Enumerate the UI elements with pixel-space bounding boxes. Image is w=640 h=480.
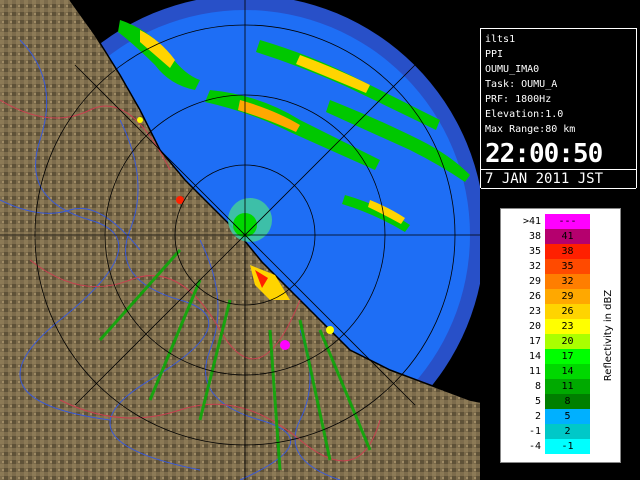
- legend-lower-bound: 2: [534, 411, 541, 422]
- legend-row: 14 17: [505, 349, 595, 364]
- legend-row: 17 20: [505, 334, 595, 349]
- legend-row: 11 14: [505, 364, 595, 379]
- legend-swatch: 23: [545, 319, 590, 334]
- legend-row: 26 29: [505, 289, 595, 304]
- legend-lower-bound: 29: [528, 276, 541, 287]
- legend-swatch: 41: [545, 229, 590, 244]
- legend-swatch: 29: [545, 289, 590, 304]
- max-range-value: Max Range:80 km: [485, 124, 576, 135]
- scan-time: 22:00:50: [485, 139, 603, 169]
- legend-lower-bound: 26: [528, 291, 541, 302]
- radar-ppi-map: [0, 0, 480, 480]
- legend-swatch: 17: [545, 349, 590, 364]
- legend-lower-bound: 11: [528, 366, 541, 377]
- legend-swatch: 26: [545, 304, 590, 319]
- legend-swatch: 35: [545, 259, 590, 274]
- legend-lower-bound: 32: [528, 261, 541, 272]
- legend-swatch: 32: [545, 274, 590, 289]
- legend-lower-bound: 23: [528, 306, 541, 317]
- scan-info-panel: ilts1 PPI OUMU_IMA0 Task: OUMU_A PRF: 18…: [480, 28, 637, 189]
- reflectivity-legend: >41 --- 38 41 35 38 32 35 29 32 26 29 23 26 20 23 17 20 14…: [500, 208, 621, 463]
- task-name: Task: OUMU_A: [485, 79, 558, 90]
- legend-row: 38 41: [505, 229, 595, 244]
- legend-lower-bound: 5: [534, 396, 541, 407]
- legend-swatch: 5: [545, 409, 590, 424]
- legend-swatch: 2: [545, 424, 590, 439]
- scan-date: 7 JAN 2011 JST: [481, 169, 636, 189]
- legend-title-box: Reflectivity in dBZ: [601, 209, 617, 462]
- legend-row: -4 -1: [505, 439, 595, 454]
- legend-swatch: ---: [545, 214, 590, 229]
- legend-swatch: 8: [545, 394, 590, 409]
- legend-row: 29 32: [505, 274, 595, 289]
- legend-lower-bound: 14: [528, 351, 541, 362]
- legend-swatch: 20: [545, 334, 590, 349]
- elevation-value: Elevation:1.0: [485, 109, 564, 120]
- legend-lower-bound: 20: [528, 321, 541, 332]
- site-name: ilts1: [485, 34, 516, 45]
- legend-row: 58: [505, 394, 595, 409]
- product-name: OUMU_IMA0: [485, 64, 540, 75]
- legend-row: 23 26: [505, 304, 595, 319]
- legend-swatch: 11: [545, 379, 590, 394]
- legend-row: 35 38: [505, 244, 595, 259]
- legend-row: 32 35: [505, 259, 595, 274]
- legend-row: -1 2: [505, 424, 595, 439]
- legend-row: >41 ---: [505, 214, 595, 229]
- legend-rows: >41 --- 38 41 35 38 32 35 29 32 26 29 23 26 20 23 17 20 14…: [505, 214, 595, 454]
- legend-lower-bound: 35: [528, 246, 541, 257]
- legend-title: Reflectivity in dBZ: [603, 289, 615, 382]
- scan-type: PPI: [485, 49, 504, 60]
- legend-swatch: -1: [545, 439, 590, 454]
- legend-lower-bound: -1: [528, 426, 541, 437]
- legend-lower-bound: 17: [528, 336, 541, 347]
- legend-row: 25: [505, 409, 595, 424]
- legend-swatch: 38: [545, 244, 590, 259]
- legend-lower-bound: 8: [534, 381, 541, 392]
- legend-row: 8 11: [505, 379, 595, 394]
- legend-lower-bound: >41: [522, 216, 541, 227]
- legend-row: 20 23: [505, 319, 595, 334]
- legend-lower-bound: 38: [528, 231, 541, 242]
- prf-value: PRF: 1800Hz: [485, 94, 552, 105]
- legend-swatch: 14: [545, 364, 590, 379]
- legend-lower-bound: -4: [528, 441, 541, 452]
